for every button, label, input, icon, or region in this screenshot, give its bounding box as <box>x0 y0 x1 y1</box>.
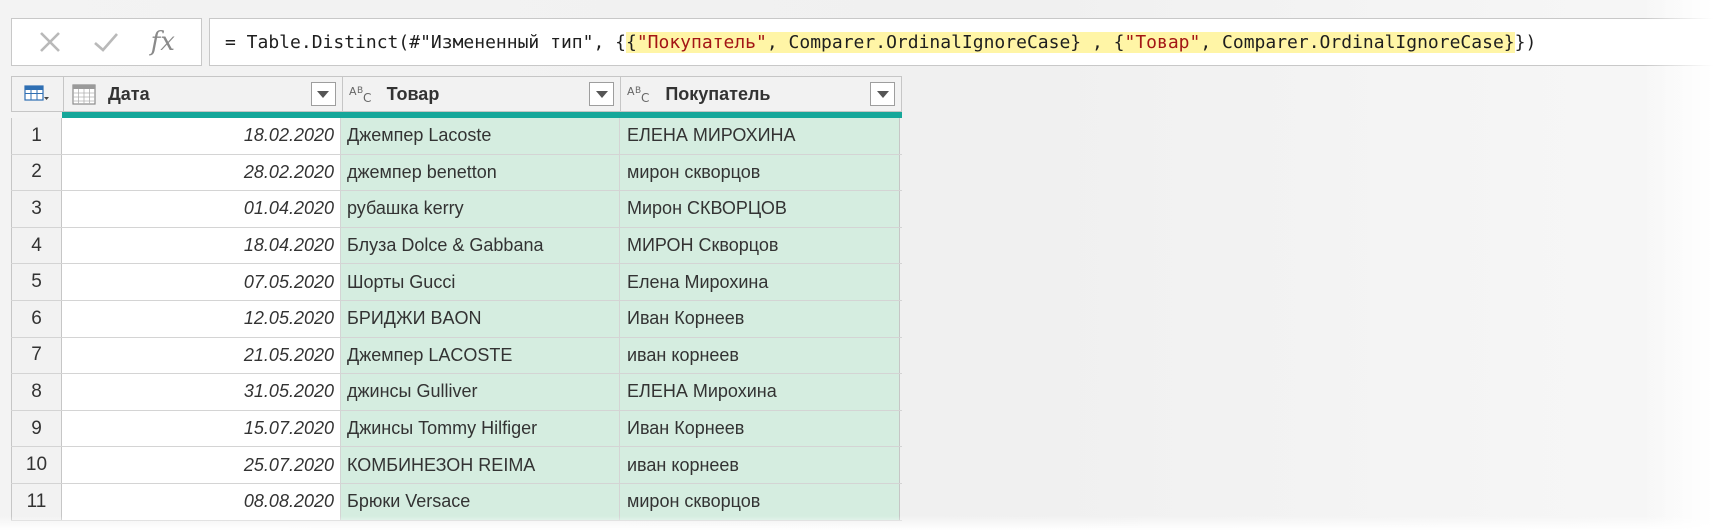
column-title-buyer: Покупатель <box>665 83 771 104</box>
column-header-buyer[interactable]: A B C Покупатель <box>621 77 901 111</box>
power-query-editor: fx = Table.Distinct(#"Измененный тип", {… <box>0 0 1713 530</box>
table-row[interactable]: 6 12.05.2020 БРИДЖИ BAON Иван Корнеев <box>11 300 902 338</box>
formula-brace-open: { <box>625 31 637 53</box>
cell-date[interactable]: 25.07.2020 <box>62 447 341 483</box>
table-menu-button[interactable] <box>12 77 64 111</box>
abc-text-icon[interactable]: A B C <box>349 83 377 105</box>
close-icon[interactable] <box>33 25 67 59</box>
cell-date[interactable]: 18.02.2020 <box>62 118 341 154</box>
chevron-down-icon <box>317 90 330 98</box>
cell-item[interactable]: БРИДЖИ BAON <box>341 300 620 337</box>
cell-buyer[interactable]: ЕЛЕНА Мирохина <box>620 374 900 410</box>
cell-buyer[interactable]: Елена Мирохина <box>620 264 900 300</box>
row-number: 1 <box>11 118 62 154</box>
row-number: 2 <box>11 154 62 191</box>
svg-text:A: A <box>349 85 357 98</box>
row-number: 7 <box>11 337 62 374</box>
formula-prefix: = Table.Distinct(#"Измененный тип", { <box>225 31 626 53</box>
row-number: 3 <box>11 191 62 227</box>
cell-item[interactable]: Джемпер LACOSTE <box>341 337 620 374</box>
cell-buyer[interactable]: ЕЛЕНА МИРОХИНА <box>620 118 900 154</box>
cell-item[interactable]: Джемпер Lacoste <box>341 118 620 154</box>
svg-text:C: C <box>363 91 371 105</box>
cell-date[interactable]: 15.07.2020 <box>62 410 341 447</box>
table-icon <box>24 85 50 101</box>
cell-item[interactable]: Блуза Dolce & Gabbana <box>341 227 620 264</box>
formula-input[interactable]: = Table.Distinct(#"Измененный тип", {{"П… <box>209 18 1713 66</box>
row-number: 9 <box>11 410 62 447</box>
table-row[interactable]: 7 21.05.2020 Джемпер LACOSTE иван корнеев <box>11 337 902 375</box>
cell-buyer[interactable]: Иван Корнеев <box>620 410 900 447</box>
calendar-icon[interactable] <box>70 83 98 105</box>
cell-buyer[interactable]: МИРОН Скворцов <box>620 227 900 264</box>
fx-button[interactable]: fx <box>146 25 180 59</box>
column-header-item[interactable]: A B C Товар <box>343 77 622 111</box>
formula-highlight: {"Покупатель", Comparer.OrdinalIgnoreCas… <box>625 31 1515 53</box>
row-number: 6 <box>11 300 62 337</box>
table-row[interactable]: 2 28.02.2020 джемпер benetton мирон скворцо… <box>11 154 902 192</box>
column-header-date[interactable]: Дата <box>64 77 343 111</box>
edge-fade <box>1643 0 1713 530</box>
chevron-down-icon <box>876 90 889 98</box>
cell-buyer[interactable]: Иван Корнеев <box>620 300 900 337</box>
cell-item[interactable]: КОМБИНЕЗОН REIMA <box>341 447 620 483</box>
formula-suffix: }) <box>1514 31 1537 53</box>
cell-item[interactable]: джинсы Gulliver <box>341 374 620 410</box>
table-row[interactable]: 4 18.04.2020 Блуза Dolce & Gabbana МИРОН Ск… <box>11 227 902 265</box>
table-row[interactable]: 3 01.04.2020 рубашка kerry Мирон СКВОРЦОВ <box>11 191 902 228</box>
row-number: 5 <box>11 264 62 300</box>
cell-buyer[interactable]: Мирон СКВОРЦОВ <box>620 191 900 227</box>
filter-dropdown-date[interactable] <box>310 82 336 106</box>
cell-date[interactable]: 08.08.2020 <box>62 483 341 520</box>
cell-item[interactable]: джемпер benetton <box>341 154 620 191</box>
table-row[interactable]: 9 15.07.2020 Джинсы Tommy Hilfiger Иван Кор… <box>11 410 902 448</box>
row-number: 4 <box>11 227 62 264</box>
filter-dropdown-buyer[interactable] <box>870 82 895 106</box>
row-number: 10 <box>11 447 62 483</box>
row-number: 11 <box>11 483 62 520</box>
formula-string-item: "Товар" <box>1124 31 1201 53</box>
chevron-down-icon <box>595 90 608 98</box>
cell-date[interactable]: 12.05.2020 <box>62 300 341 337</box>
table-row[interactable]: 5 07.05.2020 Шорты Gucci Елена Мирохина <box>11 264 902 301</box>
table-row[interactable]: 11 08.08.2020 Брюки Versace мирон скворцов <box>11 483 902 521</box>
table-body: 1 18.02.2020 Джемпер Lacoste ЕЛЕНА МИРОХИНА… <box>11 118 902 521</box>
table-row[interactable]: 10 25.07.2020 КОМБИНЕЗОН REIMA иван корнеев <box>11 447 902 484</box>
abc-text-icon[interactable]: A B C <box>627 83 655 105</box>
fx-label: fx <box>150 27 175 57</box>
formula-string-buyer: "Покупатель" <box>636 31 767 53</box>
cell-date[interactable]: 28.02.2020 <box>62 154 341 191</box>
cell-date[interactable]: 01.04.2020 <box>62 191 341 227</box>
row-number: 8 <box>11 374 62 410</box>
cell-buyer[interactable]: мирон скворцов <box>620 483 900 520</box>
cell-date[interactable]: 18.04.2020 <box>62 227 341 264</box>
cell-date[interactable]: 31.05.2020 <box>62 374 341 410</box>
cell-item[interactable]: Шорты Gucci <box>341 264 620 300</box>
column-title-date: Дата <box>107 83 150 104</box>
svg-text:C: C <box>641 91 649 105</box>
filter-dropdown-item[interactable] <box>589 82 615 106</box>
column-title-item: Товар <box>386 83 440 104</box>
cell-item[interactable]: рубашка kerry <box>341 191 620 227</box>
table-row[interactable]: 8 31.05.2020 джинсы Gulliver ЕЛЕНА Мирохина <box>11 374 902 411</box>
svg-text:A: A <box>627 85 635 98</box>
formula-commands: fx <box>11 18 202 66</box>
cell-date[interactable]: 21.05.2020 <box>62 337 341 374</box>
table-row[interactable]: 1 18.02.2020 Джемпер Lacoste ЕЛЕНА МИРОХИНА <box>11 118 902 155</box>
formula-comparer-2: , Comparer.OrdinalIgnoreCase} <box>1200 31 1515 53</box>
cell-item[interactable]: Брюки Versace <box>341 483 620 520</box>
formula-comparer-1: , Comparer.OrdinalIgnoreCase} , { <box>766 31 1125 53</box>
cell-buyer[interactable]: мирон скворцов <box>620 154 900 191</box>
cell-buyer[interactable]: иван корнеев <box>620 337 900 374</box>
check-icon[interactable] <box>89 25 123 59</box>
cell-item[interactable]: Джинсы Tommy Hilfiger <box>341 410 620 447</box>
cell-date[interactable]: 07.05.2020 <box>62 264 341 300</box>
column-header-row: Дата A B C Товар A B C Покупатель <box>11 76 902 112</box>
data-grid: Дата A B C Товар A B C Покупатель 1 18.0… <box>11 76 902 521</box>
cell-buyer[interactable]: иван корнеев <box>620 447 900 483</box>
